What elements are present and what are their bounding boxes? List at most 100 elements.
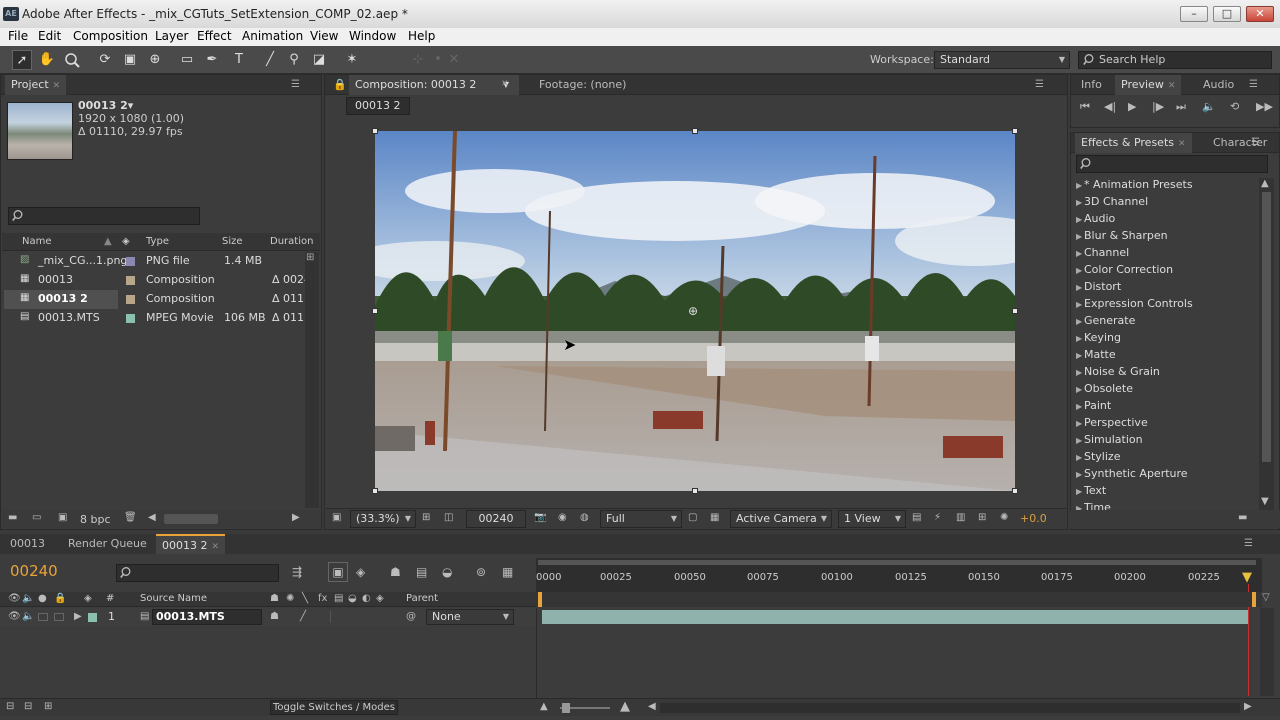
scroll-down-icon[interactable]: ▼ xyxy=(1261,496,1269,507)
effect-category[interactable]: Perspective xyxy=(1084,416,1148,433)
transform-handle-right[interactable] xyxy=(1012,308,1018,314)
expand-arrow-icon[interactable]: ▶ xyxy=(1076,249,1082,258)
puppet-tool-icon[interactable]: ✶ xyxy=(342,50,362,70)
frame-blending-icon[interactable]: ▤ xyxy=(416,565,427,579)
effect-category[interactable]: Generate xyxy=(1084,314,1135,331)
play-icon[interactable]: ▶ xyxy=(1128,100,1136,113)
magnification-dropdown[interactable]: (33.3%) ▼ xyxy=(350,510,416,528)
pen-tool-icon[interactable]: ✒ xyxy=(202,50,222,70)
region-of-interest-icon[interactable]: ▢ xyxy=(688,512,697,523)
brainstorm-icon[interactable]: ▦ xyxy=(502,565,513,579)
toggle-switches-modes-button[interactable]: Toggle Switches / Modes xyxy=(270,700,398,715)
effect-category[interactable]: Color Correction xyxy=(1084,263,1173,280)
menu-animation[interactable]: Animation xyxy=(242,29,303,43)
column-duration[interactable]: Duration xyxy=(270,236,313,250)
loop-icon[interactable]: ⟲ xyxy=(1230,100,1239,113)
tab-timeline-00013[interactable]: 00013 xyxy=(4,534,51,554)
zoom-in-icon[interactable]: ▲ xyxy=(620,699,630,714)
column-layer-number[interactable]: # xyxy=(106,593,114,604)
tab-effects-presets[interactable]: Effects & Presets ✕ xyxy=(1075,133,1192,153)
close-button[interactable]: ✕ xyxy=(1246,6,1274,22)
menu-file[interactable]: File xyxy=(8,29,28,43)
work-area-end-marker[interactable] xyxy=(1252,592,1256,607)
scroll-left-icon[interactable]: ◀ xyxy=(148,512,156,523)
panel-menu-icon[interactable]: ☰ xyxy=(1244,538,1253,549)
expand-arrow-icon[interactable]: ▶ xyxy=(1076,232,1082,241)
last-frame-icon[interactable]: ⏭ xyxy=(1176,100,1186,114)
adjustment-switch-icon[interactable]: ◐ xyxy=(362,593,371,604)
camera-tool-icon[interactable]: ▣ xyxy=(120,50,140,70)
tab-render-queue[interactable]: Render Queue xyxy=(62,534,153,554)
first-frame-icon[interactable]: ⏮ xyxy=(1080,100,1090,114)
effect-category[interactable]: Paint xyxy=(1084,399,1111,416)
collapse-switch-icon[interactable]: ✺ xyxy=(286,593,294,604)
lock-checkbox[interactable] xyxy=(54,613,64,621)
scroll-left-icon[interactable]: ◀ xyxy=(648,701,656,712)
lock-icon[interactable]: 🔒 xyxy=(333,78,347,91)
zoom-out-icon[interactable]: ▲ xyxy=(540,701,548,712)
graph-editor-icon[interactable]: ⊚ xyxy=(476,565,486,579)
layer-row-1[interactable]: 👁 🔈 ▶ 1 ▤ 00013.MTS ☗ ╱ @ None ▼ xyxy=(0,608,536,626)
layer-duration-bar[interactable] xyxy=(542,610,1248,624)
pick-whip-icon[interactable]: @ xyxy=(406,611,416,622)
audio-switch-icon[interactable]: 🔈 xyxy=(22,593,34,604)
scroll-thumb[interactable] xyxy=(1262,192,1271,462)
close-tab-icon[interactable]: ✕ xyxy=(1178,139,1186,149)
effect-category[interactable]: 3D Channel xyxy=(1084,195,1148,212)
effect-category[interactable]: Simulation xyxy=(1084,433,1143,450)
previous-frame-icon[interactable]: ◀| xyxy=(1104,100,1116,113)
project-item-png[interactable]: ▨ _mix_CG...1.png PNG file 1.4 MB xyxy=(4,252,304,271)
frame-blend-switch-icon[interactable]: ▤ xyxy=(334,593,343,604)
label-swatch[interactable] xyxy=(126,295,135,304)
current-time-field[interactable]: 00240 xyxy=(466,510,526,528)
exposure-value[interactable]: +0.0 xyxy=(1020,512,1047,525)
transform-handle-bottom[interactable] xyxy=(692,488,698,494)
zoom-tool-icon[interactable] xyxy=(62,50,82,70)
project-search-input[interactable] xyxy=(8,207,200,225)
expand-arrow-icon[interactable]: ▶ xyxy=(1076,300,1082,309)
comp-mini-flowchart-icon[interactable]: ⇶ xyxy=(292,565,302,579)
flowchart-icon[interactable]: ⊞ xyxy=(978,512,986,523)
show-snapshot-icon[interactable]: ◉ xyxy=(558,512,567,523)
mute-audio-icon[interactable]: 🔈 xyxy=(1202,100,1216,113)
close-tab-icon[interactable]: ✕ xyxy=(501,79,509,89)
close-tab-icon[interactable]: ✕ xyxy=(53,81,61,91)
panel-menu-icon[interactable]: ☰ xyxy=(291,79,300,90)
expand-arrow-icon[interactable]: ▶ xyxy=(1076,215,1082,224)
reset-exposure-icon[interactable]: ✺ xyxy=(1000,512,1008,523)
transform-handle-bottom-left[interactable] xyxy=(372,488,378,494)
live-update-icon[interactable]: ▣ xyxy=(328,562,348,582)
quality-switch-icon[interactable]: ╲ xyxy=(302,593,308,604)
anchor-point-icon[interactable]: ⊕ xyxy=(688,304,698,318)
hide-shy-layers-icon[interactable]: ☗ xyxy=(390,565,401,579)
workspace-dropdown[interactable]: Standard ▼ xyxy=(934,51,1070,69)
tab-character[interactable]: Character xyxy=(1207,133,1273,153)
new-composition-icon[interactable]: ▣ xyxy=(58,512,67,523)
video-visibility-icon[interactable]: 👁 xyxy=(8,611,21,622)
column-name[interactable]: Name xyxy=(22,236,52,250)
tab-audio[interactable]: Audio xyxy=(1197,75,1240,95)
audio-enable-icon[interactable]: 🔈 xyxy=(22,611,34,622)
fast-previews-icon[interactable]: ⚡ xyxy=(934,512,941,523)
camera-dropdown[interactable]: Active Camera ▼ xyxy=(730,510,832,528)
scroll-right-icon[interactable]: ▶ xyxy=(1244,701,1252,712)
menu-edit[interactable]: Edit xyxy=(38,29,61,43)
expand-arrow-icon[interactable]: ▶ xyxy=(1076,453,1082,462)
timeline-icon[interactable]: ▥ xyxy=(956,512,965,523)
search-help-input[interactable]: Search Help xyxy=(1078,51,1272,69)
channel-rgb-icon[interactable]: ◍ xyxy=(580,512,589,523)
column-size[interactable]: Size xyxy=(222,236,243,250)
shy-switch-icon[interactable]: ☗ xyxy=(270,593,279,604)
tab-project[interactable]: Project ✕ xyxy=(5,75,67,95)
hand-tool-icon[interactable]: ✋ xyxy=(37,50,57,70)
scroll-right-icon[interactable]: ▶ xyxy=(292,512,300,523)
effect-category[interactable]: Audio xyxy=(1084,212,1115,229)
minimize-button[interactable]: – xyxy=(1180,6,1208,22)
effect-category[interactable]: Matte xyxy=(1084,348,1116,365)
tab-timeline-00013-2[interactable]: 00013 2 ✕ xyxy=(156,534,226,554)
selection-tool-icon[interactable]: ➚ xyxy=(12,50,32,70)
label-column-icon[interactable]: ◈ xyxy=(122,236,130,250)
label-swatch[interactable] xyxy=(126,314,135,323)
expand-arrow-icon[interactable]: ▶ xyxy=(1076,266,1082,275)
expand-arrow-icon[interactable]: ▶ xyxy=(1076,402,1082,411)
